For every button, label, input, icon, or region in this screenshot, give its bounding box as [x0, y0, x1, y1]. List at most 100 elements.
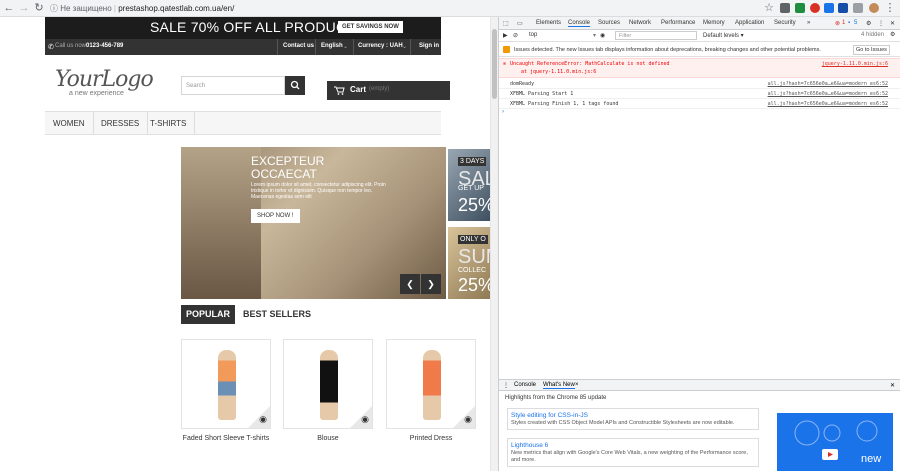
quick-view-icon[interactable]: ◉: [259, 414, 267, 425]
close-devtools-icon[interactable]: ✕: [890, 20, 895, 27]
reload-icon[interactable]: ↻: [33, 2, 45, 14]
contact-link[interactable]: Contact us: [283, 43, 314, 49]
slider-next-button[interactable]: ❯: [421, 274, 441, 294]
tab-console[interactable]: Console: [568, 20, 591, 27]
avatar[interactable]: [869, 3, 879, 13]
tab-performance[interactable]: Performance: [661, 20, 695, 26]
divider: [277, 39, 278, 55]
close-tab-icon[interactable]: ×: [575, 382, 579, 388]
menu-item-dresses[interactable]: DRESSES: [93, 112, 149, 135]
issue-count: 5: [854, 20, 858, 26]
phone-icon: ✆: [48, 44, 54, 51]
error-count-icon[interactable]: ⊗: [835, 20, 840, 27]
opera-extension-icon[interactable]: [810, 3, 820, 13]
kebab-menu-icon[interactable]: ⋮: [884, 2, 896, 14]
product-card[interactable]: ◉: [181, 339, 271, 429]
tab-application[interactable]: Application: [735, 20, 764, 26]
sale-banner[interactable]: SALE 70% OFF ALL PRODUCTS GET SAVINGS NO…: [45, 17, 441, 39]
product-name[interactable]: Blouse: [283, 434, 373, 444]
drawer-tab-whats-new[interactable]: What's New: [543, 382, 575, 389]
settings-icon[interactable]: ⚙: [866, 20, 871, 27]
product-name[interactable]: Faded Short Sleeve T-shirts: [181, 434, 271, 444]
console-error-row[interactable]: ⊗ Uncaught ReferenceError: MathCalculate…: [499, 58, 900, 78]
divider: [353, 39, 354, 55]
console-prompt-icon[interactable]: ›: [502, 109, 504, 115]
quick-view-icon[interactable]: ◉: [464, 414, 472, 425]
tab-memory[interactable]: Memory: [703, 20, 725, 26]
url-text: prestashop.qatestlab.com.ua/en/: [118, 4, 235, 13]
close-drawer-icon[interactable]: ✕: [890, 382, 895, 389]
url-separator: |: [113, 4, 116, 13]
page-scrollbar[interactable]: [490, 17, 498, 471]
promo-video-thumbnail[interactable]: new: [777, 413, 893, 471]
language-selector[interactable]: English: [321, 43, 343, 49]
inspect-icon[interactable]: ⬚: [503, 20, 509, 27]
cart-label: Cart: [350, 85, 367, 94]
context-selector[interactable]: top: [529, 32, 537, 38]
cart-button[interactable]: Cart (empty): [327, 81, 450, 100]
eye-icon[interactable]: ◉: [600, 32, 605, 39]
tab-best-sellers[interactable]: BEST SELLERS: [238, 305, 316, 324]
console-settings-icon[interactable]: ⚙: [890, 31, 895, 38]
product-card[interactable]: ◉: [386, 339, 476, 429]
get-savings-button[interactable]: GET SAVINGS NOW: [338, 21, 403, 33]
tab-network[interactable]: Network: [629, 20, 651, 26]
console-sidebar-icon[interactable]: ▶: [503, 32, 508, 39]
card-title[interactable]: Style editing for CSS-in-JS: [511, 411, 755, 420]
shield-extension-icon[interactable]: [795, 3, 805, 13]
drawer-tab-console[interactable]: Console: [514, 382, 536, 388]
tab-security[interactable]: Security: [774, 20, 796, 26]
issue-count-icon[interactable]: ▪: [848, 20, 850, 26]
slider-prev-button[interactable]: ❮: [400, 274, 420, 294]
console-toolbar: ▶ ⊘ top ▾ ◉ Filter Default levels ▾ 4 hi…: [499, 30, 900, 42]
blue-extension-icon[interactable]: [824, 3, 834, 13]
quick-view-icon[interactable]: ◉: [361, 414, 369, 425]
address-bar[interactable]: ⓘ Не защищено | prestashop.qatestlab.com…: [50, 2, 765, 15]
darkblue-extension-icon[interactable]: [838, 3, 848, 13]
shop-now-button[interactable]: SHOP NOW !: [251, 209, 300, 223]
scrollbar-thumb[interactable]: [492, 29, 497, 99]
currency-selector[interactable]: Currency : UAH: [358, 43, 403, 49]
menu-item-tshirts[interactable]: T-SHIRTS: [142, 112, 196, 135]
error-source-link[interactable]: jquery-1.11.0.min.js:6: [822, 61, 888, 67]
signin-link[interactable]: Sign in: [419, 43, 439, 49]
card-title[interactable]: Lighthouse 6: [511, 441, 755, 450]
product-image: [218, 350, 236, 420]
tab-popular[interactable]: POPULAR: [181, 305, 236, 324]
device-toolbar-icon[interactable]: ▭: [517, 20, 523, 27]
go-to-issues-button[interactable]: Go to Issues: [853, 45, 890, 55]
log-source-link[interactable]: all.js?hash=7c656e0a…e6&ua=modern_es6:52: [768, 101, 888, 107]
extension-icon[interactable]: [780, 3, 790, 13]
side-promo-sale[interactable]: 3 DAYS SAL GET UP 25%: [448, 149, 490, 221]
slide-heading: EXCEPTEUR OCCAECAT: [251, 155, 324, 181]
tab-sources[interactable]: Sources: [598, 20, 620, 26]
web-page: SALE 70% OFF ALL PRODUCTS GET SAVINGS NO…: [0, 17, 490, 471]
whats-new-card[interactable]: Lighthouse 6 New metrics that align with…: [507, 438, 759, 467]
clear-console-icon[interactable]: ⊘: [513, 32, 518, 39]
drawer-menu-icon[interactable]: ⋮: [503, 382, 509, 389]
search-button[interactable]: [285, 76, 305, 95]
menu-item-women[interactable]: WOMEN: [45, 112, 94, 135]
error-stack[interactable]: at jquery-1.11.0.min.js:6: [521, 69, 596, 75]
star-icon[interactable]: ☆: [763, 2, 775, 14]
filter-input[interactable]: Filter: [615, 31, 697, 40]
product-card[interactable]: ◉: [283, 339, 373, 429]
hero-slider[interactable]: EXCEPTEUR OCCAECAT Lorem ipsum dolor sit…: [181, 147, 446, 299]
puzzle-icon[interactable]: [853, 3, 863, 13]
search-input[interactable]: Search: [181, 76, 285, 95]
tab-elements[interactable]: Elements: [536, 20, 561, 26]
back-icon[interactable]: ←: [3, 2, 15, 14]
side-promo-summer[interactable]: ONLY O SUM COLLEC 25%: [448, 227, 490, 299]
product-name[interactable]: Printed Dress: [386, 434, 476, 444]
store-logo[interactable]: YourLogo a new experience: [55, 67, 154, 97]
whats-new-card[interactable]: Style editing for CSS-in-JS Styles creat…: [507, 408, 759, 430]
devtools-menu-icon[interactable]: ⋮: [878, 20, 884, 27]
log-levels-dropdown[interactable]: Default levels ▾: [703, 32, 744, 39]
side-promo-pct: 25%: [458, 195, 490, 215]
hidden-count: 4 hidden: [861, 32, 885, 38]
log-source-link[interactable]: all.js?hash=7c656e0a…e6&ua=modern_es6:52: [768, 91, 888, 97]
error-message: Uncaught ReferenceError: MathCalculate i…: [510, 61, 670, 67]
more-tabs-icon[interactable]: »: [807, 20, 810, 26]
log-source-link[interactable]: all.js?hash=7c656e0a…e6&ua=modern_es6:52: [768, 81, 888, 87]
forward-icon[interactable]: →: [18, 2, 30, 14]
